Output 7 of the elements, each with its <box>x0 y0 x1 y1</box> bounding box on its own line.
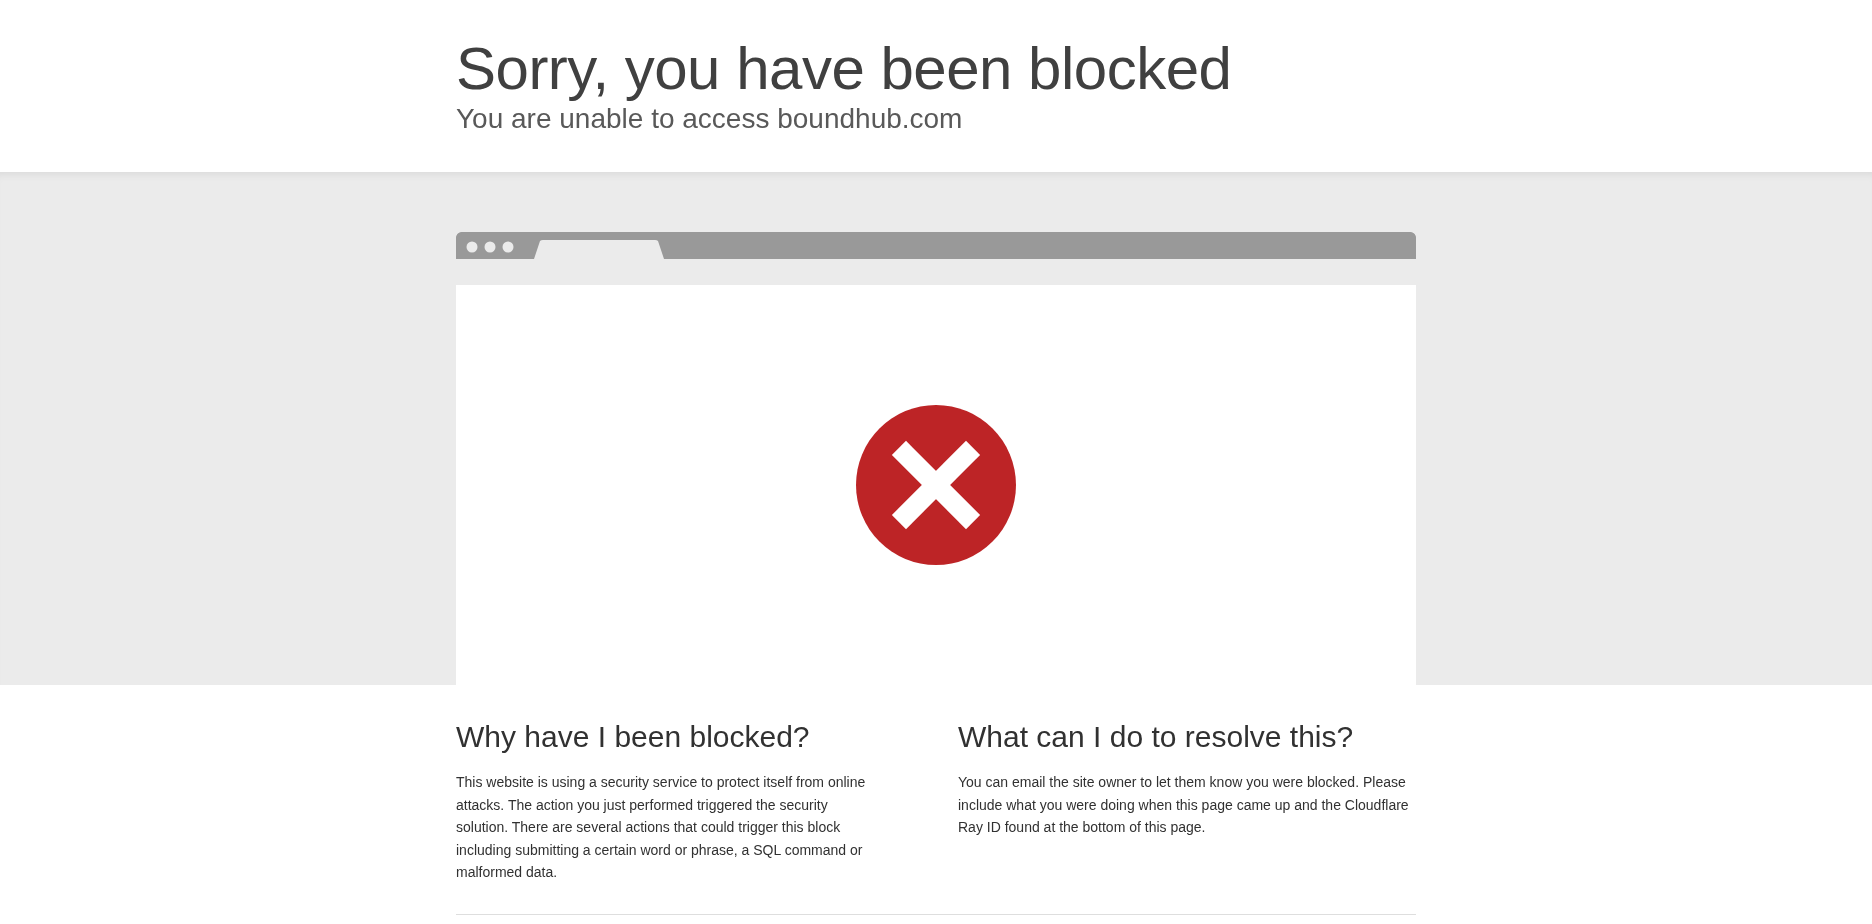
page-subtitle: You are unable to access boundhub.com <box>456 102 964 136</box>
section-heading: What can I do to resolve this? <box>958 719 1355 755</box>
error-icon <box>856 405 1016 565</box>
section-text: This website is using a security service to protect itself from online attacks. The action you just performed triggered the security solution. There are several actions that could trigger this block including submitting a certain word or phrase, a SQL command or malformed data. <box>456 773 867 882</box>
section-heading: Why have I been blocked? <box>456 719 811 755</box>
page-title: Sorry, you have been blocked <box>456 36 1233 102</box>
section-text: You can email the site owner to let them know you were blocked. Please include what you were doing when this page came up and the Cloudflare Ray ID found at the bottom of this page. <box>958 773 1410 837</box>
